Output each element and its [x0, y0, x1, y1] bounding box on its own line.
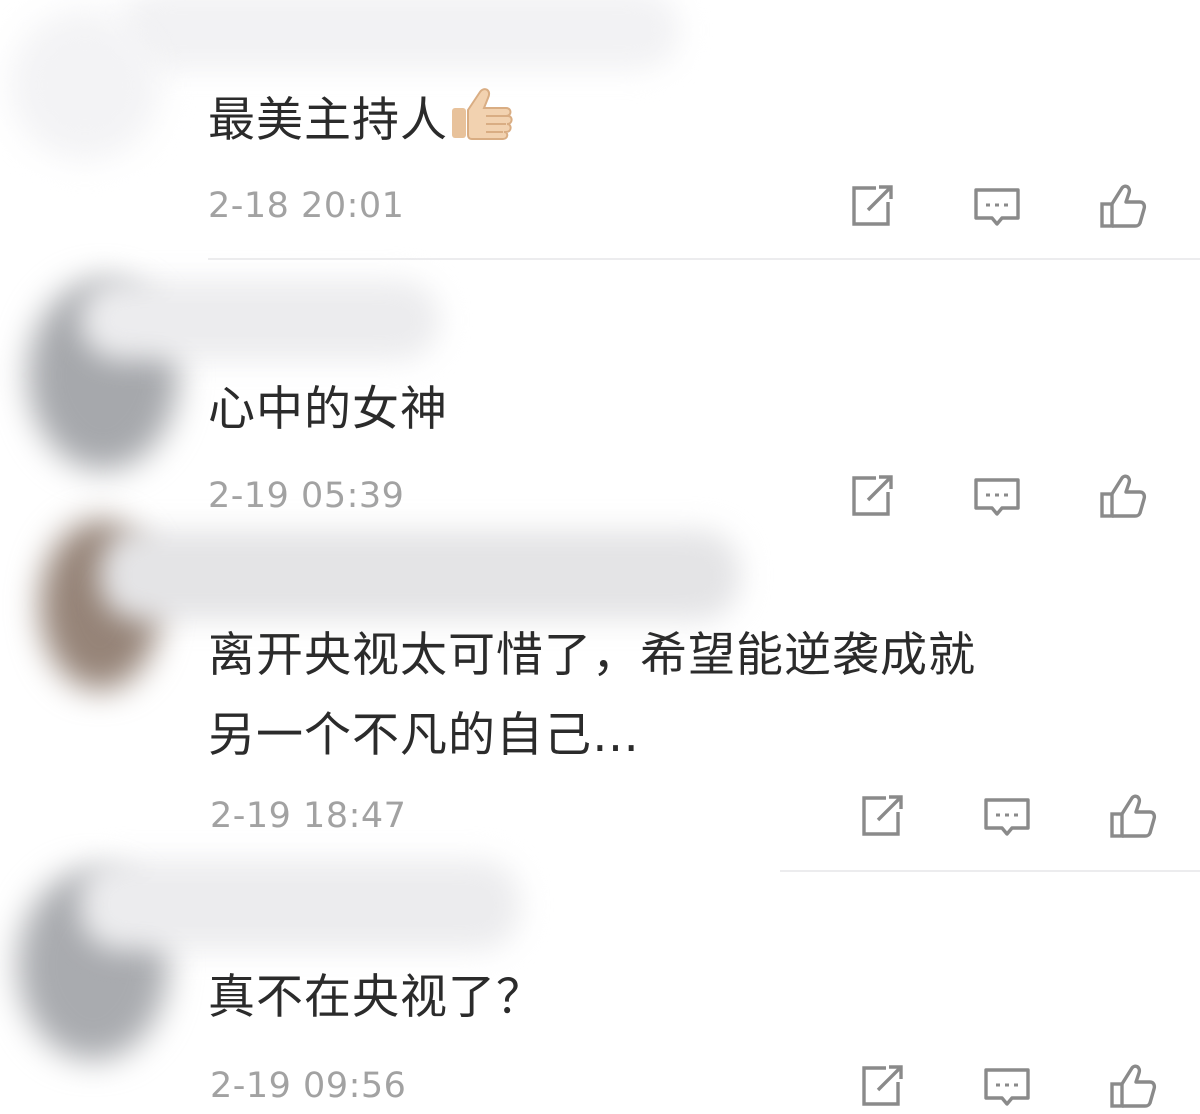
- share-button[interactable]: [854, 790, 908, 844]
- thumbs-up-emoji-icon: [450, 86, 514, 142]
- comment-icon: [984, 798, 1030, 836]
- username-redacted: [80, 280, 440, 360]
- comment-text: 心中的女神: [208, 382, 448, 437]
- avatar-redacted: [10, 10, 160, 160]
- reply-button[interactable]: [980, 790, 1034, 844]
- share-icon: [862, 795, 903, 836]
- like-button[interactable]: [1096, 180, 1150, 234]
- username-redacted: [120, 0, 680, 70]
- like-button[interactable]: [1106, 1060, 1160, 1114]
- comment-icon: [984, 1068, 1030, 1106]
- reply-button[interactable]: [980, 1060, 1034, 1114]
- comment-text-line1: 离开央视太可惜了，希望能逆袭成就: [208, 628, 976, 683]
- like-icon: [1100, 184, 1147, 228]
- comment-list: 最美主持人 2-18 20:01 心中的女神 2-19 05:39 离开央视太可…: [0, 0, 1200, 1114]
- like-icon: [1110, 1064, 1157, 1108]
- comment-item: 心中的女神 2-19 05:39: [0, 260, 1200, 518]
- comment-timestamp: 2-18 20:01: [208, 186, 405, 226]
- comment-timestamp: 2-19 18:47: [210, 796, 407, 836]
- comment-text: 真不在央视了？: [208, 970, 544, 1025]
- comment-text-line2: 另一个不凡的自己…: [208, 708, 640, 763]
- like-icon: [1110, 794, 1157, 838]
- comment-item: 真不在央视了？ 2-19 09:56: [0, 860, 1200, 1114]
- like-button[interactable]: [1106, 790, 1160, 844]
- username-redacted: [80, 860, 520, 950]
- comment-text: 最美主持人: [208, 86, 514, 153]
- comment-item: 最美主持人 2-18 20:01: [0, 0, 1200, 260]
- username-redacted: [100, 530, 740, 620]
- share-button[interactable]: [844, 180, 898, 234]
- comment-item: 离开央视太可惜了，希望能逆袭成就 另一个不凡的自己… 2-19 18:47: [0, 510, 1200, 872]
- comment-timestamp: 2-19 09:56: [210, 1066, 407, 1106]
- comment-icon: [974, 188, 1020, 226]
- share-button[interactable]: [854, 1060, 908, 1114]
- reply-button[interactable]: [970, 180, 1024, 234]
- share-icon: [862, 1065, 903, 1106]
- share-icon: [852, 185, 893, 226]
